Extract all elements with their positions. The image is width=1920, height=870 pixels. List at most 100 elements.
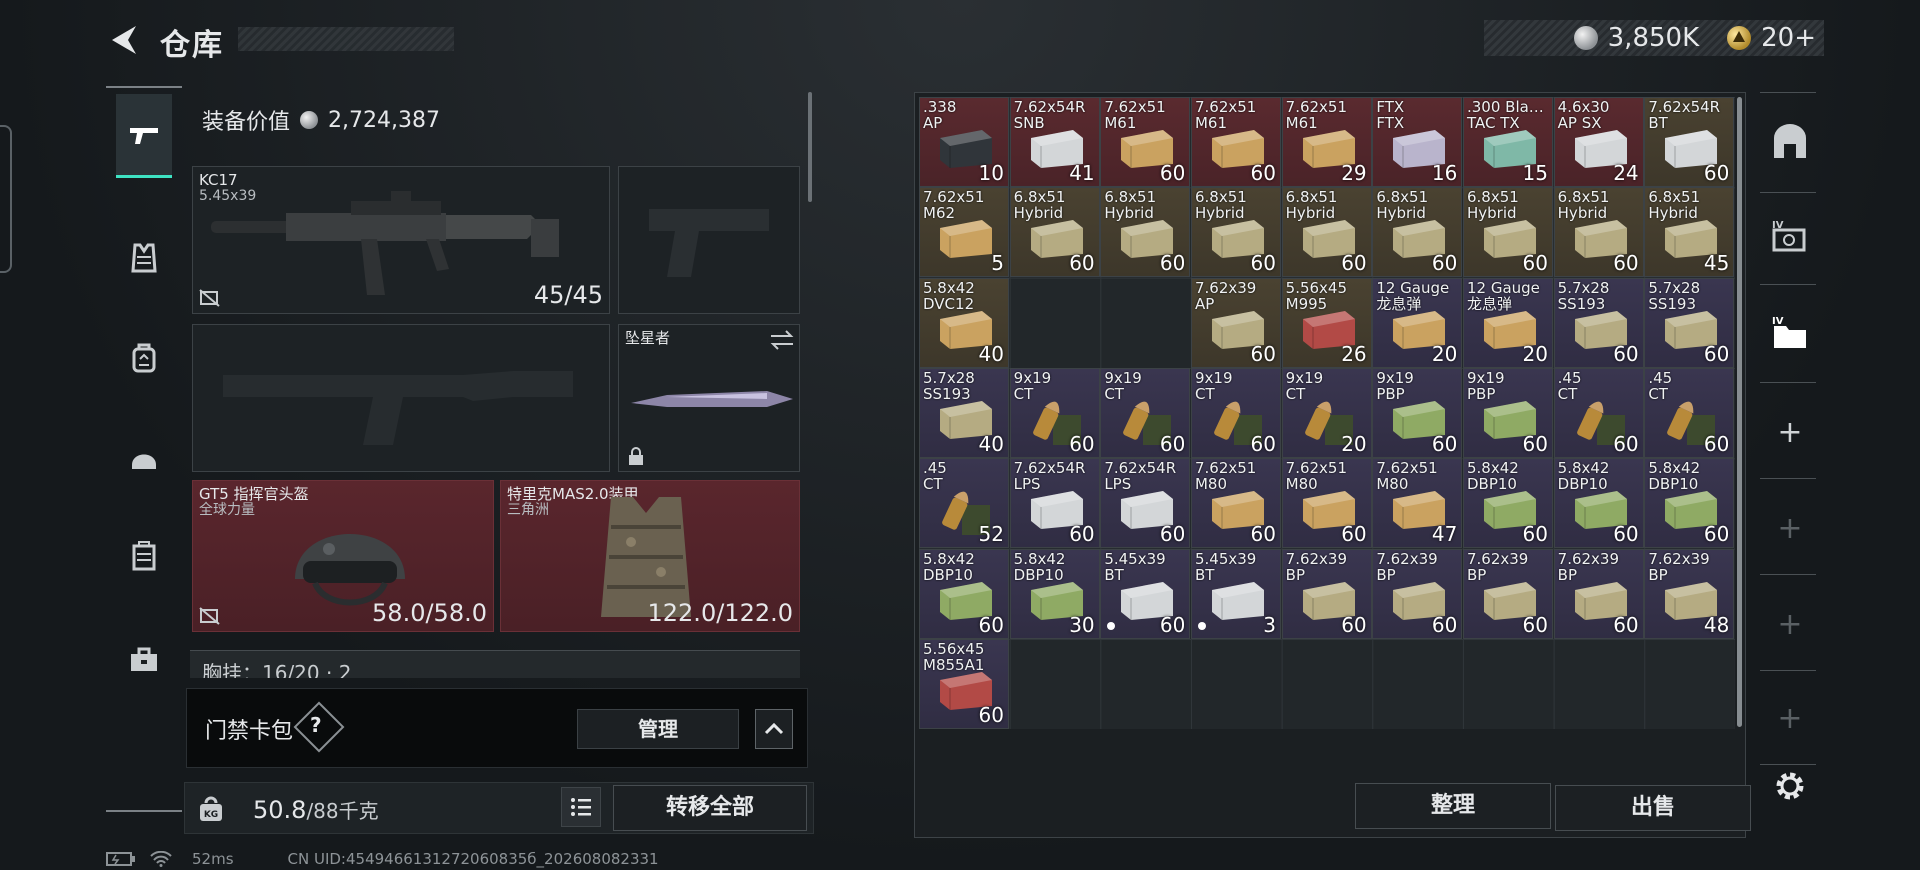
tab-stash-iv-b[interactable]: IV: [1768, 310, 1812, 354]
stash-item[interactable]: 5.8x42 DBP10 30: [1009, 548, 1100, 639]
edge-drawer-handle[interactable]: [0, 125, 12, 273]
stash-item[interactable]: 9x19 CT 60: [1009, 367, 1100, 458]
stash-item[interactable]: 5.8x42 DBP10 60: [1644, 458, 1735, 549]
ammo-caliber: 5.8x42: [923, 549, 975, 568]
stash-item[interactable]: 7.62x51 M80 60: [1281, 458, 1372, 549]
stash-item[interactable]: 6.8x51 Hybrid 45: [1644, 187, 1735, 278]
sell-button[interactable]: 出售: [1555, 785, 1751, 831]
ammo-type: CT: [1648, 384, 1668, 403]
sidebar-item-helmet[interactable]: [116, 416, 172, 500]
stash-item[interactable]: 5.8x42 DBP10 60: [919, 548, 1009, 639]
primary-weapon-slot[interactable]: KC17 5.45x39 45/45: [192, 166, 610, 314]
currency-secondary-value[interactable]: 20+: [1761, 23, 1816, 53]
ammo-caliber: 6.8x51: [1285, 188, 1338, 207]
stash-item[interactable]: 7.62x51 M80 60: [1190, 458, 1281, 549]
stash-item[interactable]: 12 Gauge 龙息弹 20: [1462, 277, 1553, 368]
ammo-caliber: 5.56x45: [923, 639, 985, 658]
stash-item[interactable]: 7.62x39 BP 60: [1462, 548, 1553, 639]
stash-item[interactable]: 7.62x54R SNB 41: [1009, 97, 1100, 187]
transfer-all-button[interactable]: 转移全部: [613, 785, 807, 831]
stash-item[interactable]: 4.6x30 AP SX 24: [1553, 97, 1644, 187]
stash-item[interactable]: 6.8x51 Hybrid 60: [1462, 187, 1553, 278]
manage-button[interactable]: 管理: [577, 709, 739, 749]
stash-item[interactable]: 7.62x51 M62 5: [919, 187, 1009, 278]
stash-item[interactable]: 7.62x39 BP 60: [1553, 548, 1644, 639]
stash-item[interactable]: 5.7x28 SS193 60: [1644, 277, 1735, 368]
ammo-type: AP SX: [1557, 114, 1602, 132]
add-tab-button[interactable]: +: [1774, 418, 1806, 450]
add-tab-button[interactable]: +: [1774, 704, 1806, 736]
back-button[interactable]: [106, 22, 142, 58]
stash-item[interactable]: 9x19 PBP 60: [1372, 367, 1463, 458]
settings-button[interactable]: [1768, 764, 1812, 808]
stash-item[interactable]: .45 CT 52: [919, 458, 1009, 549]
stash-item[interactable]: 7.62x51 M80 47: [1372, 458, 1463, 549]
stash-item[interactable]: 5.45x39 BT 3: [1190, 548, 1281, 639]
stash-item[interactable]: 5.7x28 SS193 40: [919, 367, 1009, 458]
stash-item[interactable]: 5.8x42 DBP10 60: [1462, 458, 1553, 549]
stash-item[interactable]: 5.56x45 M995 26: [1281, 277, 1372, 368]
stash-item[interactable]: 7.62x39 BP 60: [1372, 548, 1463, 639]
stash-item[interactable]: 7.62x54R BT 60: [1644, 97, 1735, 187]
stash-item[interactable]: 7.62x51 M61 60: [1100, 97, 1191, 187]
stash-item[interactable]: 7.62x39 BP 48: [1644, 548, 1735, 639]
stash-item[interactable]: 6.8x51 Hybrid 60: [1100, 187, 1191, 278]
stash-item[interactable]: 9x19 CT 20: [1281, 367, 1372, 458]
ammo-type: PBP: [1376, 384, 1405, 403]
sidebar-item-backpack[interactable]: [116, 316, 172, 400]
ammo-caliber: 4.6x30: [1557, 98, 1610, 116]
stash-item[interactable]: 9x19 PBP 60: [1462, 367, 1553, 458]
ammo-caliber: 7.62x39: [1194, 278, 1257, 297]
stash-grid[interactable]: .338 AP 10 7.62x54R SNB 41 7.62x51 M61 60 7.62x51…: [919, 97, 1735, 729]
sort-button[interactable]: 整理: [1355, 783, 1551, 829]
melee-slot[interactable]: 坠星者: [618, 324, 800, 472]
stash-item[interactable]: 9x19 CT 60: [1190, 367, 1281, 458]
stash-item[interactable]: 5.7x28 SS193 60: [1553, 277, 1644, 368]
stash-item[interactable]: 5.45x39 BT 60: [1100, 548, 1191, 639]
swap-icon[interactable]: [769, 329, 795, 351]
sidebar-item-armor[interactable]: [116, 216, 172, 300]
sidebar-item-weapons[interactable]: [116, 94, 172, 178]
stash-item[interactable]: 6.8x51 Hybrid 60: [1372, 187, 1463, 278]
stash-item[interactable]: .45 CT 60: [1553, 367, 1644, 458]
stash-item[interactable]: 6.8x51 Hybrid 60: [1190, 187, 1281, 278]
ammo-type: CT: [1194, 384, 1215, 403]
add-tab-button[interactable]: +: [1774, 514, 1806, 546]
add-tab-button[interactable]: +: [1774, 610, 1806, 642]
tab-stash-iv-a[interactable]: IV: [1768, 214, 1812, 258]
stash-item[interactable]: 5.56x45 M855A1 60: [919, 638, 1009, 729]
stash-item[interactable]: .338 AP 10: [919, 97, 1009, 187]
chest-rig-slot[interactable]: 胸挂：16/20 · 2: [190, 650, 800, 678]
pistol-slot[interactable]: [618, 166, 800, 314]
stash-item[interactable]: 7.62x51 M61 60: [1190, 97, 1281, 187]
ammo-type: M80: [1376, 475, 1409, 494]
stash-item[interactable]: 7.62x39 AP 60: [1190, 277, 1281, 368]
stash-item[interactable]: .300 Bla… TAC TX 15: [1462, 97, 1553, 187]
stash-item[interactable]: 6.8x51 Hybrid 60: [1009, 187, 1100, 278]
stash-item[interactable]: 7.62x51 M61 29: [1281, 97, 1372, 187]
tab-all-stash[interactable]: [1768, 120, 1812, 164]
stash-item[interactable]: 6.8x51 Hybrid 60: [1553, 187, 1644, 278]
stash-item[interactable]: 7.62x39 BP 60: [1281, 548, 1372, 639]
ammo-caliber: 7.62x39: [1466, 549, 1529, 568]
collapse-button[interactable]: [755, 709, 793, 749]
ammo-caliber: .45: [1648, 368, 1673, 387]
sidebar-item-container[interactable]: [116, 514, 172, 598]
rifle-silhouette-icon: [223, 371, 573, 445]
stash-item[interactable]: 7.62x54R LPS 60: [1009, 458, 1100, 549]
stash-item[interactable]: .45 CT 60: [1644, 367, 1735, 458]
stash-item[interactable]: 9x19 CT 60: [1100, 367, 1191, 458]
stash-item[interactable]: FTX FTX 16: [1372, 97, 1463, 187]
helmet-slot[interactable]: GT5 指挥官头盔 全球力量 58.0/58.0: [192, 480, 494, 632]
sidebar-item-toolbox[interactable]: [116, 618, 172, 702]
stash-item[interactable]: 5.8x42 DBP10 60: [1553, 458, 1644, 549]
stash-item[interactable]: 7.62x54R LPS 60: [1100, 458, 1191, 549]
stash-item[interactable]: 5.8x42 DVC12 40: [919, 277, 1009, 368]
stash-item[interactable]: 6.8x51 Hybrid 60: [1281, 187, 1372, 278]
armor-slot[interactable]: 特里克MAS2.0装甲 三角洲 122.0/122.0: [500, 480, 800, 632]
secondary-weapon-slot[interactable]: [192, 324, 610, 472]
equipment-scrollbar[interactable]: [808, 92, 812, 202]
stash-item[interactable]: 12 Gauge 龙息弹 20: [1372, 277, 1463, 368]
stash-scrollbar[interactable]: [1737, 97, 1742, 727]
list-view-button[interactable]: [561, 787, 601, 827]
